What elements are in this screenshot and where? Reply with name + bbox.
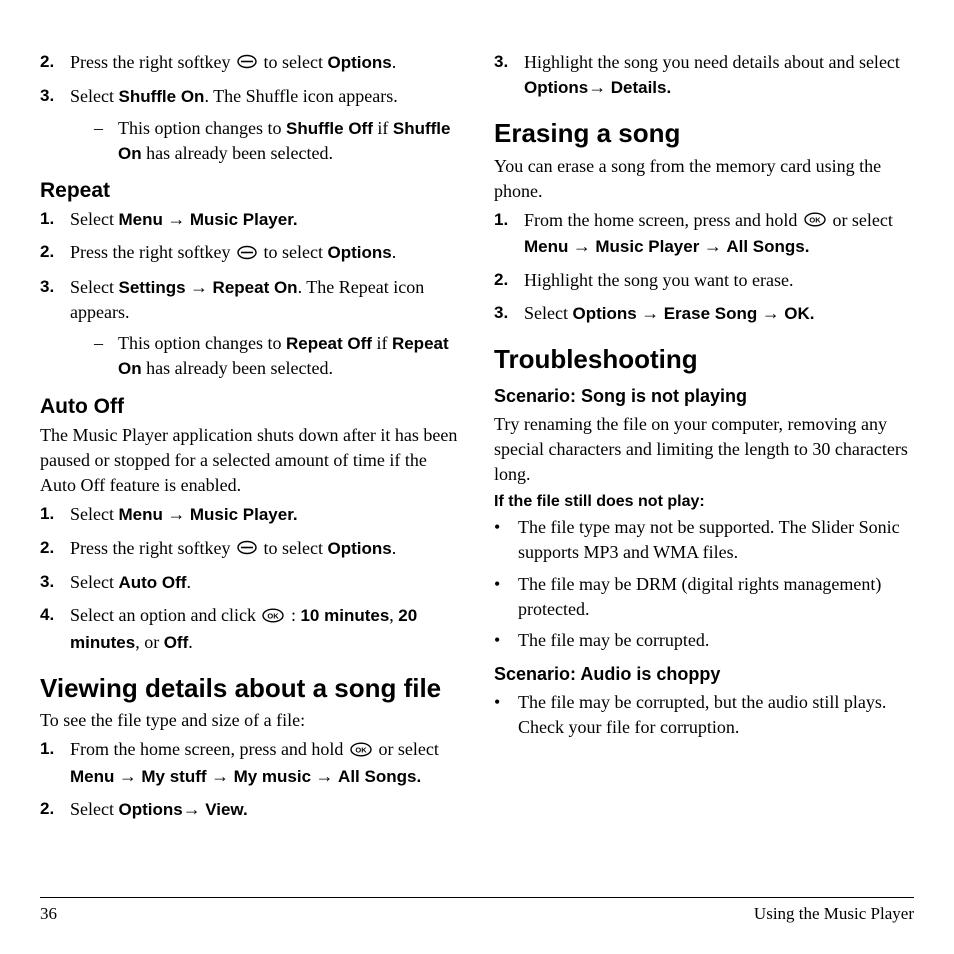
bullet: The file may be corrupted, but the audio… [494, 690, 914, 740]
page-number: 36 [40, 904, 57, 924]
step-4: 4. Select an option and click OK : 10 mi… [40, 603, 460, 655]
step-3: 3. Highlight the song you need details a… [494, 50, 914, 100]
auto-off-steps: 1. Select Menu → Music Player. 2. Press … [40, 502, 460, 655]
scenario-1-bullets: The file type may not be supported. The … [494, 515, 914, 653]
step-3: 3. Select Shuffle On. The Shuffle icon a… [40, 84, 460, 166]
step-3: 3. Select Auto Off. [40, 570, 460, 595]
viewing-steps-cont: 3. Highlight the song you need details a… [494, 50, 914, 100]
heading-auto-off: Auto Off [40, 394, 460, 419]
right-column: 3. Highlight the song you need details a… [494, 50, 914, 881]
auto-off-desc: The Music Player application shuts down … [40, 423, 460, 499]
scenario-2-bullets: The file may be corrupted, but the audio… [494, 690, 914, 740]
svg-text:OK: OK [809, 216, 821, 225]
step-2: 2. Press the right softkey to select Opt… [40, 50, 460, 76]
erase-steps: 1. From the home screen, press and hold … [494, 208, 914, 326]
heading-erasing: Erasing a song [494, 118, 914, 149]
step-2: 2. Highlight the song you want to erase. [494, 268, 914, 293]
heading-troubleshooting: Troubleshooting [494, 344, 914, 375]
viewing-desc: To see the file type and size of a file: [40, 708, 460, 733]
step-1: 1. From the home screen, press and hold … [40, 737, 460, 789]
step-1: 1. From the home screen, press and hold … [494, 208, 914, 260]
erase-desc: You can erase a song from the memory car… [494, 154, 914, 204]
svg-text:OK: OK [268, 611, 280, 620]
bullet: The file may be corrupted. [494, 628, 914, 653]
left-column: 2. Press the right softkey to select Opt… [40, 50, 460, 881]
step-2: 2. Press the right softkey to select Opt… [40, 240, 460, 266]
softkey-icon [237, 242, 257, 267]
page-footer: 36 Using the Music Player [40, 897, 914, 924]
viewing-steps: 1. From the home screen, press and hold … [40, 737, 460, 822]
step-2: 2. Select Options→ View. [40, 797, 460, 822]
scenario-1-desc: Try renaming the file on your computer, … [494, 412, 914, 488]
softkey-icon [237, 537, 257, 562]
step-1: 1. Select Menu → Music Player. [40, 502, 460, 527]
heading-viewing: Viewing details about a song file [40, 673, 460, 704]
columns: 2. Press the right softkey to select Opt… [40, 50, 914, 881]
section-title: Using the Music Player [754, 904, 914, 924]
still-not-play-note: If the file still does not play: [494, 493, 914, 511]
shuffle-steps: 2. Press the right softkey to select Opt… [40, 50, 460, 166]
svg-text:OK: OK [355, 745, 367, 754]
ok-icon: OK [804, 209, 826, 234]
heading-repeat: Repeat [40, 178, 460, 203]
ok-icon: OK [350, 739, 372, 764]
bullet: The file type may not be supported. The … [494, 515, 914, 565]
step-2: 2. Press the right softkey to select Opt… [40, 536, 460, 562]
step-3: 3. Select Settings → Repeat On. The Repe… [40, 275, 460, 382]
sub-note: This option changes to Repeat Off if Rep… [94, 331, 460, 381]
step-3: 3. Select Options → Erase Song → OK. [494, 301, 914, 326]
step-1: 1. Select Menu → Music Player. [40, 207, 460, 232]
ok-icon: OK [262, 605, 284, 630]
repeat-steps: 1. Select Menu → Music Player. 2. Press … [40, 207, 460, 381]
page: 2. Press the right softkey to select Opt… [0, 0, 954, 954]
bullet: The file may be DRM (digital rights mana… [494, 572, 914, 622]
scenario-2-heading: Scenario: Audio is choppy [494, 663, 914, 686]
scenario-1-heading: Scenario: Song is not playing [494, 385, 914, 408]
softkey-icon [237, 51, 257, 76]
sub-note: This option changes to Shuffle Off if Sh… [94, 116, 460, 166]
